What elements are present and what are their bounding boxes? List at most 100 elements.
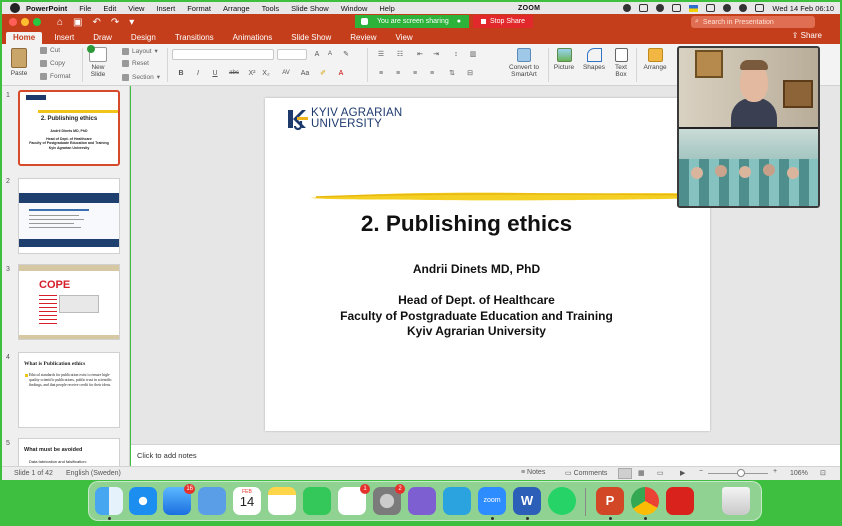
trash-icon[interactable] <box>722 487 750 515</box>
slide-show-icon[interactable]: ▶ <box>680 469 685 477</box>
menu-view[interactable]: View <box>128 4 144 13</box>
underline-button[interactable]: U <box>209 68 221 79</box>
cut-button[interactable]: Cut <box>40 47 60 54</box>
ukraine-flag-icon[interactable] <box>689 4 699 12</box>
normal-view-icon[interactable] <box>618 468 632 479</box>
picture-button[interactable]: Picture <box>551 48 577 71</box>
current-slide[interactable]: KYIV AGRARIAN UNIVERSITY 2. Publishing e… <box>265 98 710 431</box>
viber-icon[interactable] <box>408 487 436 515</box>
highlight-icon[interactable]: ✐ <box>317 68 329 79</box>
acrobat-icon[interactable] <box>666 487 694 515</box>
save-icon[interactable]: ▣ <box>73 17 82 28</box>
apple-logo-icon[interactable] <box>10 3 20 13</box>
slide-affiliation-line[interactable]: Kyiv Agrarian University <box>265 324 688 338</box>
search-presentation-input[interactable]: ⌕ Search in Presentation <box>691 16 815 28</box>
finder-icon[interactable] <box>95 487 123 515</box>
customize-toolbar-icon[interactable]: ▾ <box>129 17 134 28</box>
decrease-indent-icon[interactable]: ⇤ <box>414 49 426 60</box>
play-icon[interactable] <box>656 4 665 12</box>
thumbnail-slide-5[interactable]: What must be avoided Data fabrication an… <box>18 438 120 466</box>
paste-button[interactable]: Paste <box>8 48 30 77</box>
tab-animations[interactable]: Animations <box>226 32 280 44</box>
video-tile-presenter[interactable] <box>679 48 818 127</box>
word-icon[interactable]: W <box>513 487 541 515</box>
slide-thumbnails-pane[interactable]: 1 2. Publishing ethics Andrii Dinets MD,… <box>2 86 130 466</box>
chrome-icon[interactable] <box>631 487 659 515</box>
screen-mirror-icon[interactable] <box>639 4 649 12</box>
columns-icon[interactable]: ▥ <box>467 49 479 60</box>
convert-to-smartart-button[interactable]: Convert to SmartArt <box>502 48 546 78</box>
menu-tools[interactable]: Tools <box>262 4 280 13</box>
font-family-dropdown[interactable] <box>172 49 274 60</box>
tab-review[interactable]: Review <box>343 32 383 44</box>
notes-pane[interactable]: Click to add notes <box>131 444 840 466</box>
keynote-icon[interactable] <box>198 487 226 515</box>
justify-icon[interactable]: ≡ <box>426 68 438 79</box>
comments-toggle-button[interactable]: ▭ Comments <box>565 469 607 477</box>
align-center-icon[interactable]: ≡ <box>392 68 404 79</box>
control-center-icon[interactable] <box>755 4 765 12</box>
video-tile-audience[interactable] <box>679 129 818 206</box>
spotlight-search-icon[interactable] <box>739 4 748 12</box>
zoom-video-panel[interactable] <box>677 46 820 208</box>
slide-title[interactable]: 2. Publishing ethics <box>265 211 668 237</box>
new-slide-button[interactable]: New Slide <box>86 45 110 78</box>
language-indicator[interactable]: English (Sweden) <box>66 470 121 477</box>
calendar-icon[interactable]: FEB 14 <box>233 487 261 515</box>
stop-share-button[interactable]: Stop Share <box>472 15 533 28</box>
align-left-icon[interactable]: ≡ <box>375 68 387 79</box>
menu-window[interactable]: Window <box>341 4 368 13</box>
screen-sharing-indicator[interactable]: You are screen sharing ● <box>355 15 469 28</box>
numbering-icon[interactable]: ☷ <box>394 49 406 60</box>
font-grow-button[interactable]: A <box>311 49 323 60</box>
tab-draw[interactable]: Draw <box>86 32 119 44</box>
home-icon[interactable]: ⌂ <box>57 17 63 28</box>
thumbnail-slide-4[interactable]: What is Publication ethics Ethical stand… <box>18 352 120 428</box>
shapes-button[interactable]: Shapes <box>581 48 607 71</box>
bullets-icon[interactable]: ☰ <box>375 49 387 60</box>
menu-slide-show[interactable]: Slide Show <box>291 4 329 13</box>
menu-app-name[interactable]: PowerPoint <box>26 4 67 13</box>
tab-transitions[interactable]: Transitions <box>168 32 221 44</box>
tab-view[interactable]: View <box>389 32 420 44</box>
fit-to-window-icon[interactable]: ⊡ <box>820 469 826 477</box>
text-box-button[interactable]: Text Box <box>610 48 632 78</box>
zoom-status-label[interactable]: ZOOM <box>518 5 540 12</box>
minimize-window-icon[interactable] <box>21 18 29 26</box>
reminders-icon[interactable]: 1 <box>338 484 370 515</box>
arrange-button[interactable]: Arrange <box>641 48 669 71</box>
menu-insert[interactable]: Insert <box>156 4 175 13</box>
notes-toggle-button[interactable]: ≡ Notes <box>521 469 545 476</box>
safari-icon[interactable] <box>129 487 157 515</box>
increase-indent-icon[interactable]: ⇥ <box>430 49 442 60</box>
char-spacing-button[interactable]: AV <box>278 68 294 79</box>
notes-placeholder[interactable]: Click to add notes <box>137 451 197 460</box>
menu-file[interactable]: File <box>79 4 91 13</box>
slide-affiliation-line[interactable]: Head of Dept. of Healthcare <box>265 293 688 307</box>
thumbnail-slide-3[interactable]: COPE <box>18 264 120 340</box>
close-window-icon[interactable] <box>9 18 17 26</box>
bold-button[interactable]: B <box>175 68 187 79</box>
slide-author[interactable]: Andrii Dinets MD, PhD <box>265 262 688 276</box>
zoom-app-icon[interactable]: zoom <box>478 487 506 515</box>
menu-arrange[interactable]: Arrange <box>223 4 250 13</box>
format-painter-button[interactable]: Format <box>40 73 71 80</box>
maximize-window-icon[interactable] <box>33 18 41 26</box>
tab-design[interactable]: Design <box>124 32 163 44</box>
font-size-dropdown[interactable] <box>277 49 307 60</box>
tab-slide-show[interactable]: Slide Show <box>284 32 338 44</box>
powerpoint-icon[interactable]: P <box>596 487 624 515</box>
align-text-icon[interactable]: ⊟ <box>464 68 476 79</box>
layout-button[interactable]: Layout ▾ <box>122 47 158 55</box>
tab-home[interactable]: Home <box>6 32 43 44</box>
slide-affiliation-line[interactable]: Faculty of Postgraduate Education and Tr… <box>265 309 688 323</box>
tab-insert[interactable]: Insert <box>47 32 81 44</box>
text-direction-icon[interactable]: ⇅ <box>446 68 458 79</box>
italic-button[interactable]: I <box>192 68 204 79</box>
undo-icon[interactable]: ↶ <box>93 17 101 28</box>
subscript-button[interactable]: X₂ <box>260 68 272 79</box>
reading-view-icon[interactable]: ▭ <box>657 469 664 477</box>
zoom-level[interactable]: 106% <box>790 470 808 477</box>
superscript-button[interactable]: X² <box>246 68 258 79</box>
thumbnail-slide-2[interactable] <box>18 178 120 254</box>
